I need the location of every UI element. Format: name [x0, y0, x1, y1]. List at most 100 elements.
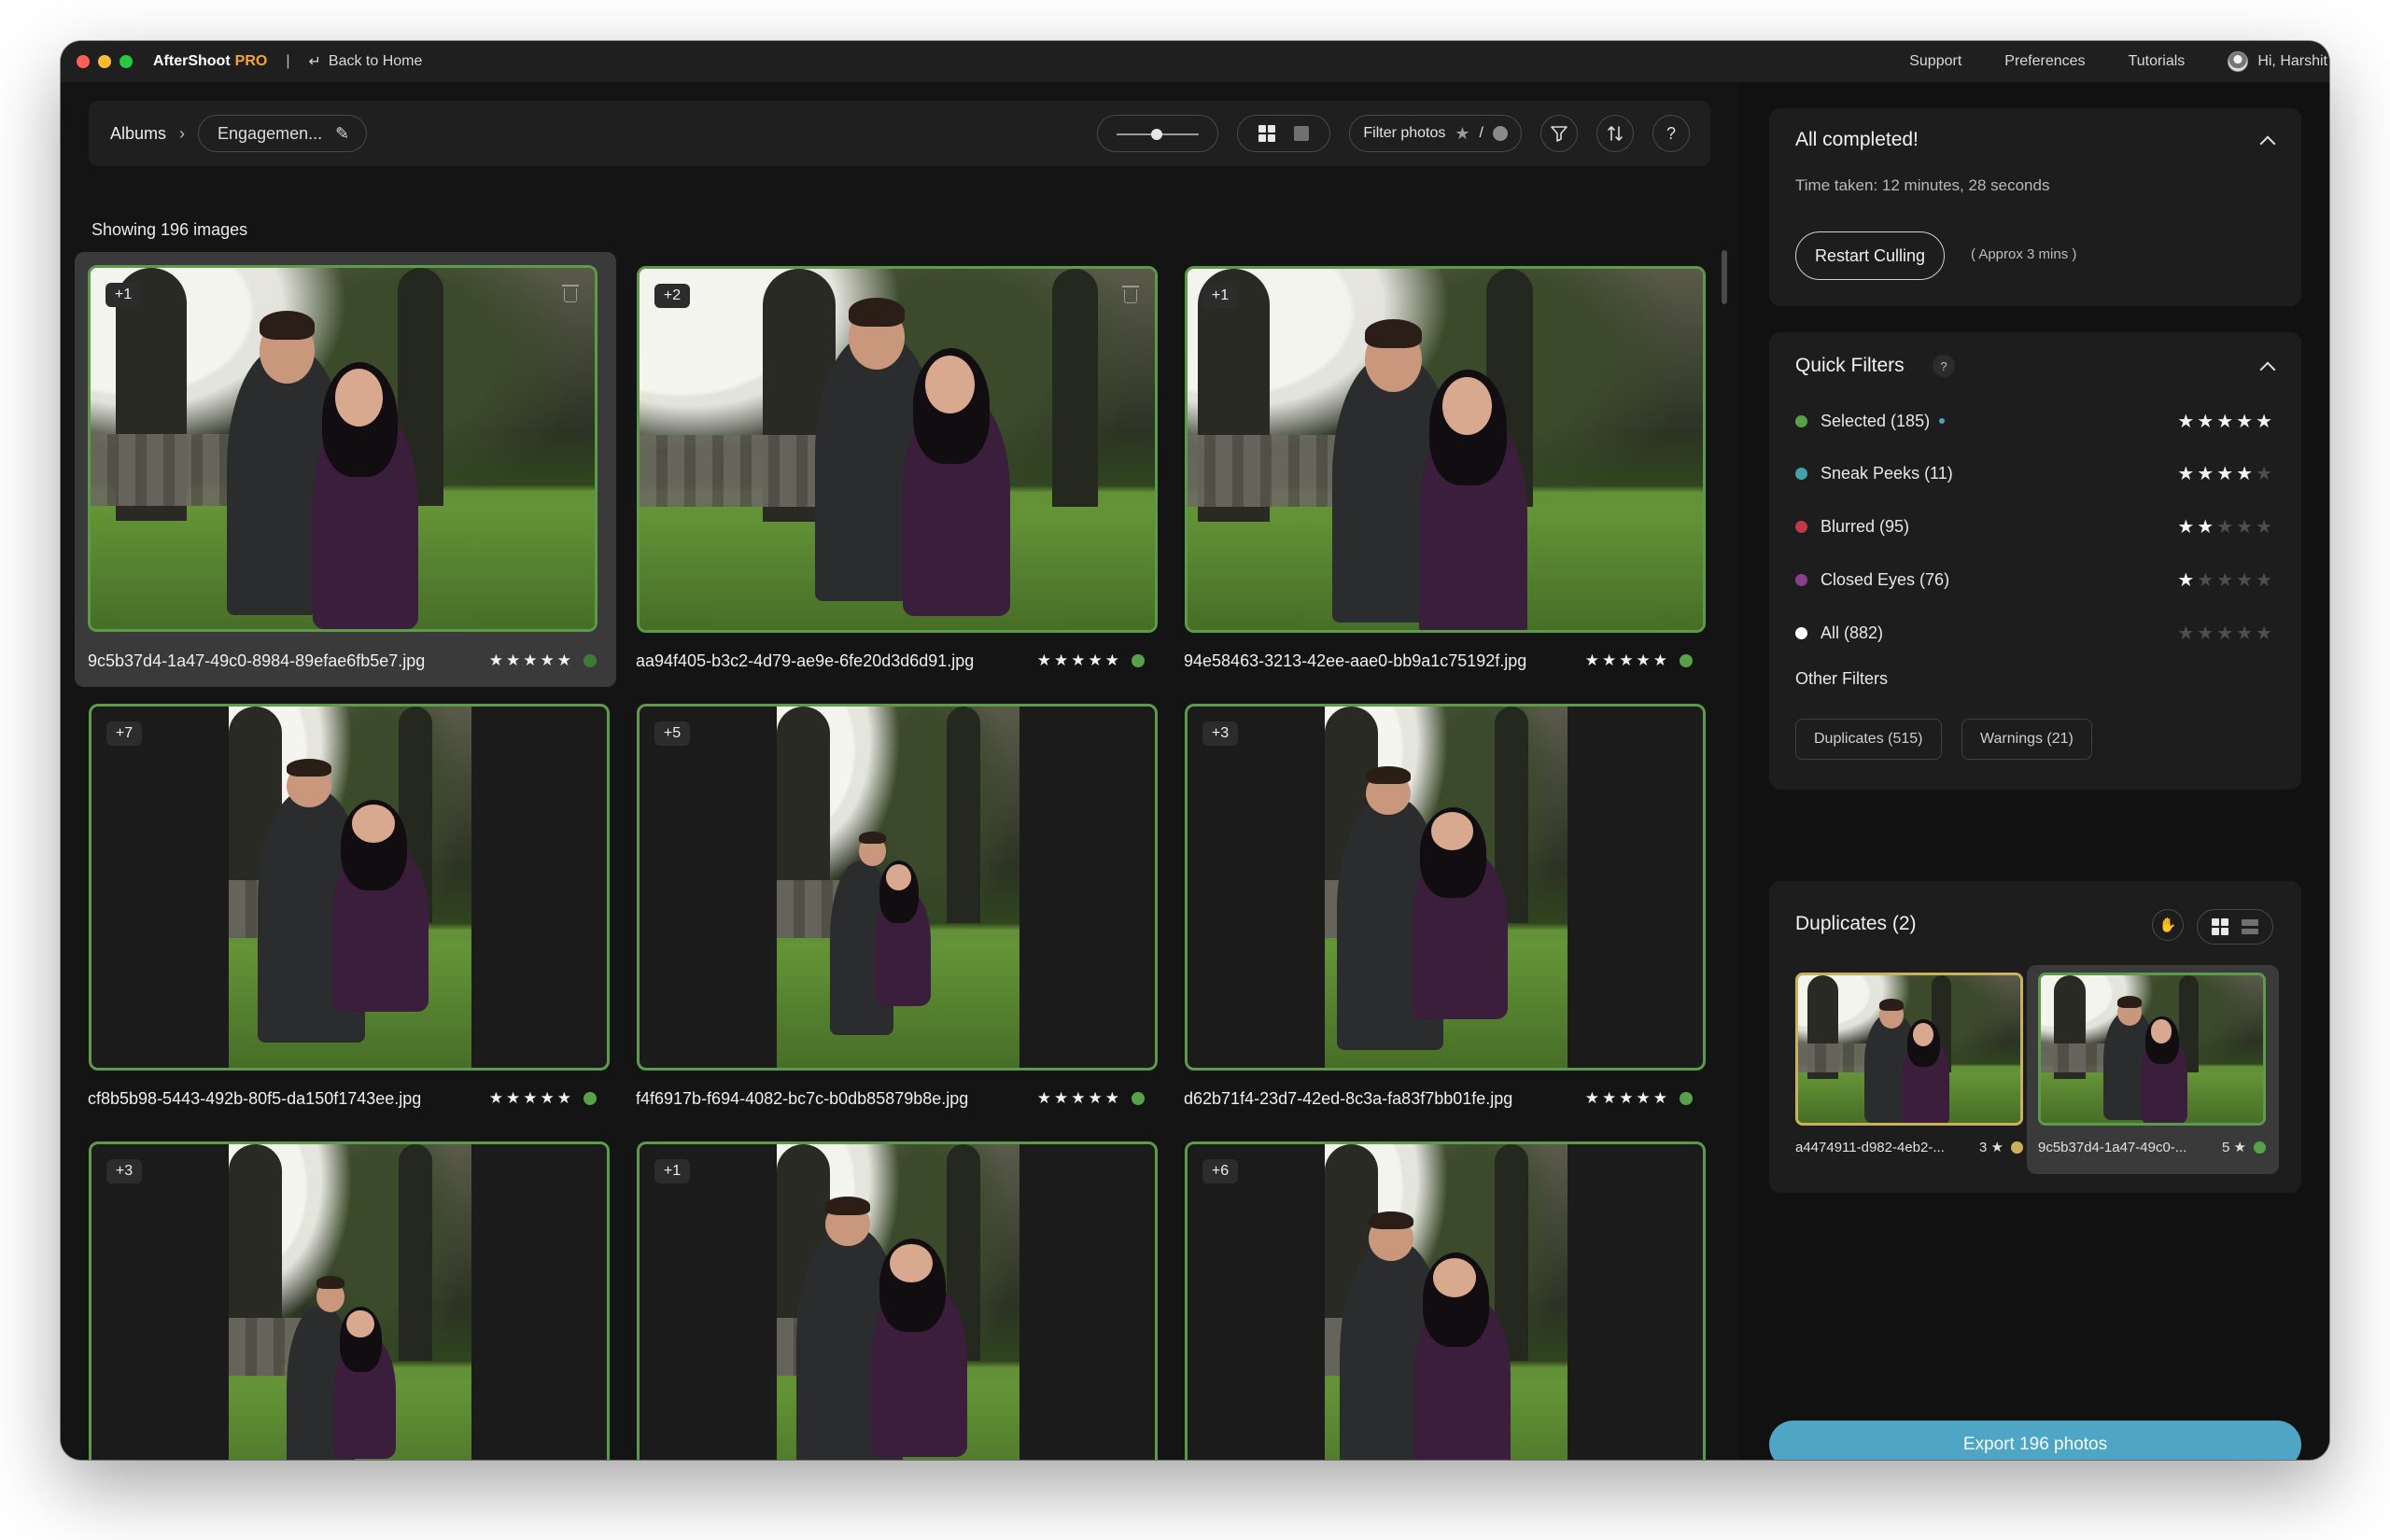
photo-card[interactable]: +3	[75, 1127, 610, 1460]
menu-tutorials[interactable]: Tutorials	[2129, 53, 2186, 70]
chevron-up-icon[interactable]	[2259, 135, 2276, 152]
duplicate-thumbnail[interactable]	[2038, 973, 2266, 1126]
chevron-up-icon[interactable]	[2259, 361, 2276, 378]
slider-knob[interactable]	[1151, 129, 1163, 140]
photo-thumbnail[interactable]: +2	[637, 266, 1158, 633]
photo-rating-stars[interactable]: ★★★★★	[489, 651, 574, 670]
stack-count-badge[interactable]: +1	[105, 283, 141, 307]
stack-count-badge[interactable]: +1	[1202, 284, 1238, 308]
restart-culling-button[interactable]: Restart Culling	[1795, 231, 1946, 280]
quick-filter-row[interactable]: Selected (185) ★★★★★	[1795, 407, 2275, 435]
photo-rating-stars[interactable]: ★★★★★	[1037, 651, 1122, 670]
photo-caption: f4f6917b-f694-4082-bc7c-b0db85879b8e.jpg…	[636, 1087, 1145, 1110]
sort-arrows-icon[interactable]	[1596, 115, 1634, 152]
photo-card[interactable]: +2 aa94f405-b3c2-4d79-ae9e-6fe20d3d6d91.…	[623, 252, 1158, 687]
photo-image	[229, 1144, 471, 1460]
selected-status-dot[interactable]	[1680, 1092, 1693, 1105]
help-button[interactable]: ?	[1652, 115, 1690, 152]
menu-support[interactable]: Support	[1909, 53, 1961, 70]
photo-thumbnail[interactable]: +7	[89, 704, 610, 1071]
quick-filter-row[interactable]: Blurred (95) ★★★★★	[1795, 512, 2275, 540]
photo-filename: cf8b5b98-5443-492b-80f5-da150f1743ee.jpg	[88, 1088, 422, 1108]
avatar	[2228, 51, 2249, 72]
quick-filters-help-icon[interactable]: ?	[1933, 355, 1955, 377]
stack-count-badge[interactable]: +7	[106, 721, 142, 746]
stack-count-badge[interactable]: +3	[1202, 721, 1238, 746]
back-to-home-link[interactable]: ↵ Back to Home	[308, 52, 422, 71]
minimize-window-button[interactable]	[98, 55, 111, 68]
photo-thumbnail[interactable]: +1	[637, 1141, 1158, 1460]
duplicate-thumbnail[interactable]	[1795, 973, 2023, 1126]
warnings-filter-chip[interactable]: Warnings (21)	[1961, 719, 2092, 760]
photo-thumbnail[interactable]: +3	[1185, 704, 1706, 1071]
quick-filter-row[interactable]: All (882) ★★★★★	[1795, 619, 2275, 647]
breadcrumb-albums[interactable]: Albums	[110, 124, 166, 144]
stack-count-badge[interactable]: +1	[654, 1159, 690, 1183]
photo-card[interactable]: +3 d62b71f4-23d7-42ed-8c3a-fa83f7bb01fe.…	[1171, 690, 1706, 1125]
grid-view-icon[interactable]	[1258, 125, 1276, 142]
export-button[interactable]: Export 196 photos	[1769, 1421, 2301, 1460]
selected-status-dot[interactable]	[583, 654, 597, 667]
duplicate-card[interactable]: a4474911-d982-4eb2-... 3 ★	[1795, 965, 2029, 1174]
gallery-toolbar: Albums › Engagemen... ✎ Filter photos ★	[89, 101, 1710, 166]
stack-count-badge[interactable]: +6	[1202, 1159, 1238, 1183]
thumbnail-size-slider[interactable]	[1097, 115, 1219, 152]
filter-photos-button[interactable]: Filter photos ★ /	[1349, 115, 1522, 152]
selected-status-dot[interactable]	[1680, 654, 1693, 667]
stack-count-badge[interactable]: +5	[654, 721, 690, 746]
stack-count-badge[interactable]: +3	[106, 1159, 142, 1183]
zoom-window-button[interactable]	[120, 55, 133, 68]
photo-card[interactable]: +1	[623, 1127, 1158, 1460]
photo-card[interactable]: +1 94e58463-3213-42ee-aae0-bb9a1c75192f.…	[1171, 252, 1706, 687]
stack-count-badge[interactable]: +2	[654, 284, 690, 308]
filter-color-dot	[1795, 414, 1807, 427]
active-indicator-dot	[1939, 418, 1946, 424]
photo-image	[777, 707, 1019, 1068]
quick-filter-row[interactable]: Sneak Peeks (11) ★★★★★	[1795, 459, 2275, 487]
menu-preferences[interactable]: Preferences	[2004, 53, 2085, 70]
trash-icon[interactable]	[561, 283, 580, 303]
user-menu[interactable]: Hi, Harshit	[2228, 51, 2327, 72]
photo-image	[1325, 707, 1568, 1068]
quick-filters-title: Quick Filters	[1795, 355, 1905, 376]
photo-thumbnail[interactable]: +6	[1185, 1141, 1706, 1460]
selected-status-dot[interactable]	[1132, 654, 1145, 667]
duplicate-rating: 3 ★	[1979, 1140, 2003, 1155]
filter-color-dot	[1795, 626, 1807, 639]
close-window-button[interactable]	[77, 55, 90, 68]
quick-filter-label: Sneak Peeks (11)	[1821, 463, 1953, 483]
grid-view-icon[interactable]	[2212, 918, 2228, 935]
single-view-icon[interactable]	[1294, 126, 1310, 141]
photo-card[interactable]: +7 cf8b5b98-5443-492b-80f5-da150f1743ee.…	[75, 690, 610, 1125]
quick-filter-stars: ★★★★★	[2177, 623, 2275, 644]
filter-color-dot	[1795, 467, 1807, 480]
photo-card[interactable]: +1 9c5b37d4-1a47-49c0-8984-89efae6fb5e7.…	[75, 252, 616, 687]
window-controls	[77, 55, 133, 68]
quick-filter-row[interactable]: Closed Eyes (76) ★★★★★	[1795, 566, 2275, 594]
duplicate-rating: 5 ★	[2222, 1140, 2246, 1155]
photo-thumbnail[interactable]: +5	[637, 704, 1158, 1071]
selected-status-dot[interactable]	[583, 1092, 597, 1105]
pencil-icon[interactable]: ✎	[335, 124, 349, 144]
trash-icon[interactable]	[1121, 284, 1140, 304]
photo-image	[91, 268, 595, 629]
chevron-right-icon: ›	[179, 123, 186, 143]
selected-status-dot[interactable]	[1132, 1092, 1145, 1105]
photo-thumbnail[interactable]: +1	[1185, 266, 1706, 633]
photo-thumbnail[interactable]: +1	[88, 265, 598, 632]
hand-icon[interactable]: ✋	[2152, 909, 2184, 941]
photo-card[interactable]: +5 f4f6917b-f694-4082-bc7c-b0db85879b8e.…	[623, 690, 1158, 1125]
photo-rating-stars[interactable]: ★★★★★	[489, 1089, 574, 1108]
compare-view-icon[interactable]	[2242, 919, 2258, 934]
scrollbar-thumb[interactable]	[1722, 250, 1727, 304]
filter-color-dot	[1795, 520, 1807, 533]
duplicates-filter-chip[interactable]: Duplicates (515)	[1795, 719, 1942, 760]
funnel-icon[interactable]	[1540, 115, 1578, 152]
photo-rating-stars[interactable]: ★★★★★	[1585, 1089, 1670, 1108]
photo-card[interactable]: +6	[1171, 1127, 1706, 1460]
photo-rating-stars[interactable]: ★★★★★	[1585, 651, 1670, 670]
album-name-pill[interactable]: Engagemen... ✎	[198, 115, 368, 152]
photo-rating-stars[interactable]: ★★★★★	[1037, 1089, 1122, 1108]
photo-thumbnail[interactable]: +3	[89, 1141, 610, 1460]
duplicate-card[interactable]: 9c5b37d4-1a47-49c0-... 5 ★	[2027, 965, 2279, 1174]
